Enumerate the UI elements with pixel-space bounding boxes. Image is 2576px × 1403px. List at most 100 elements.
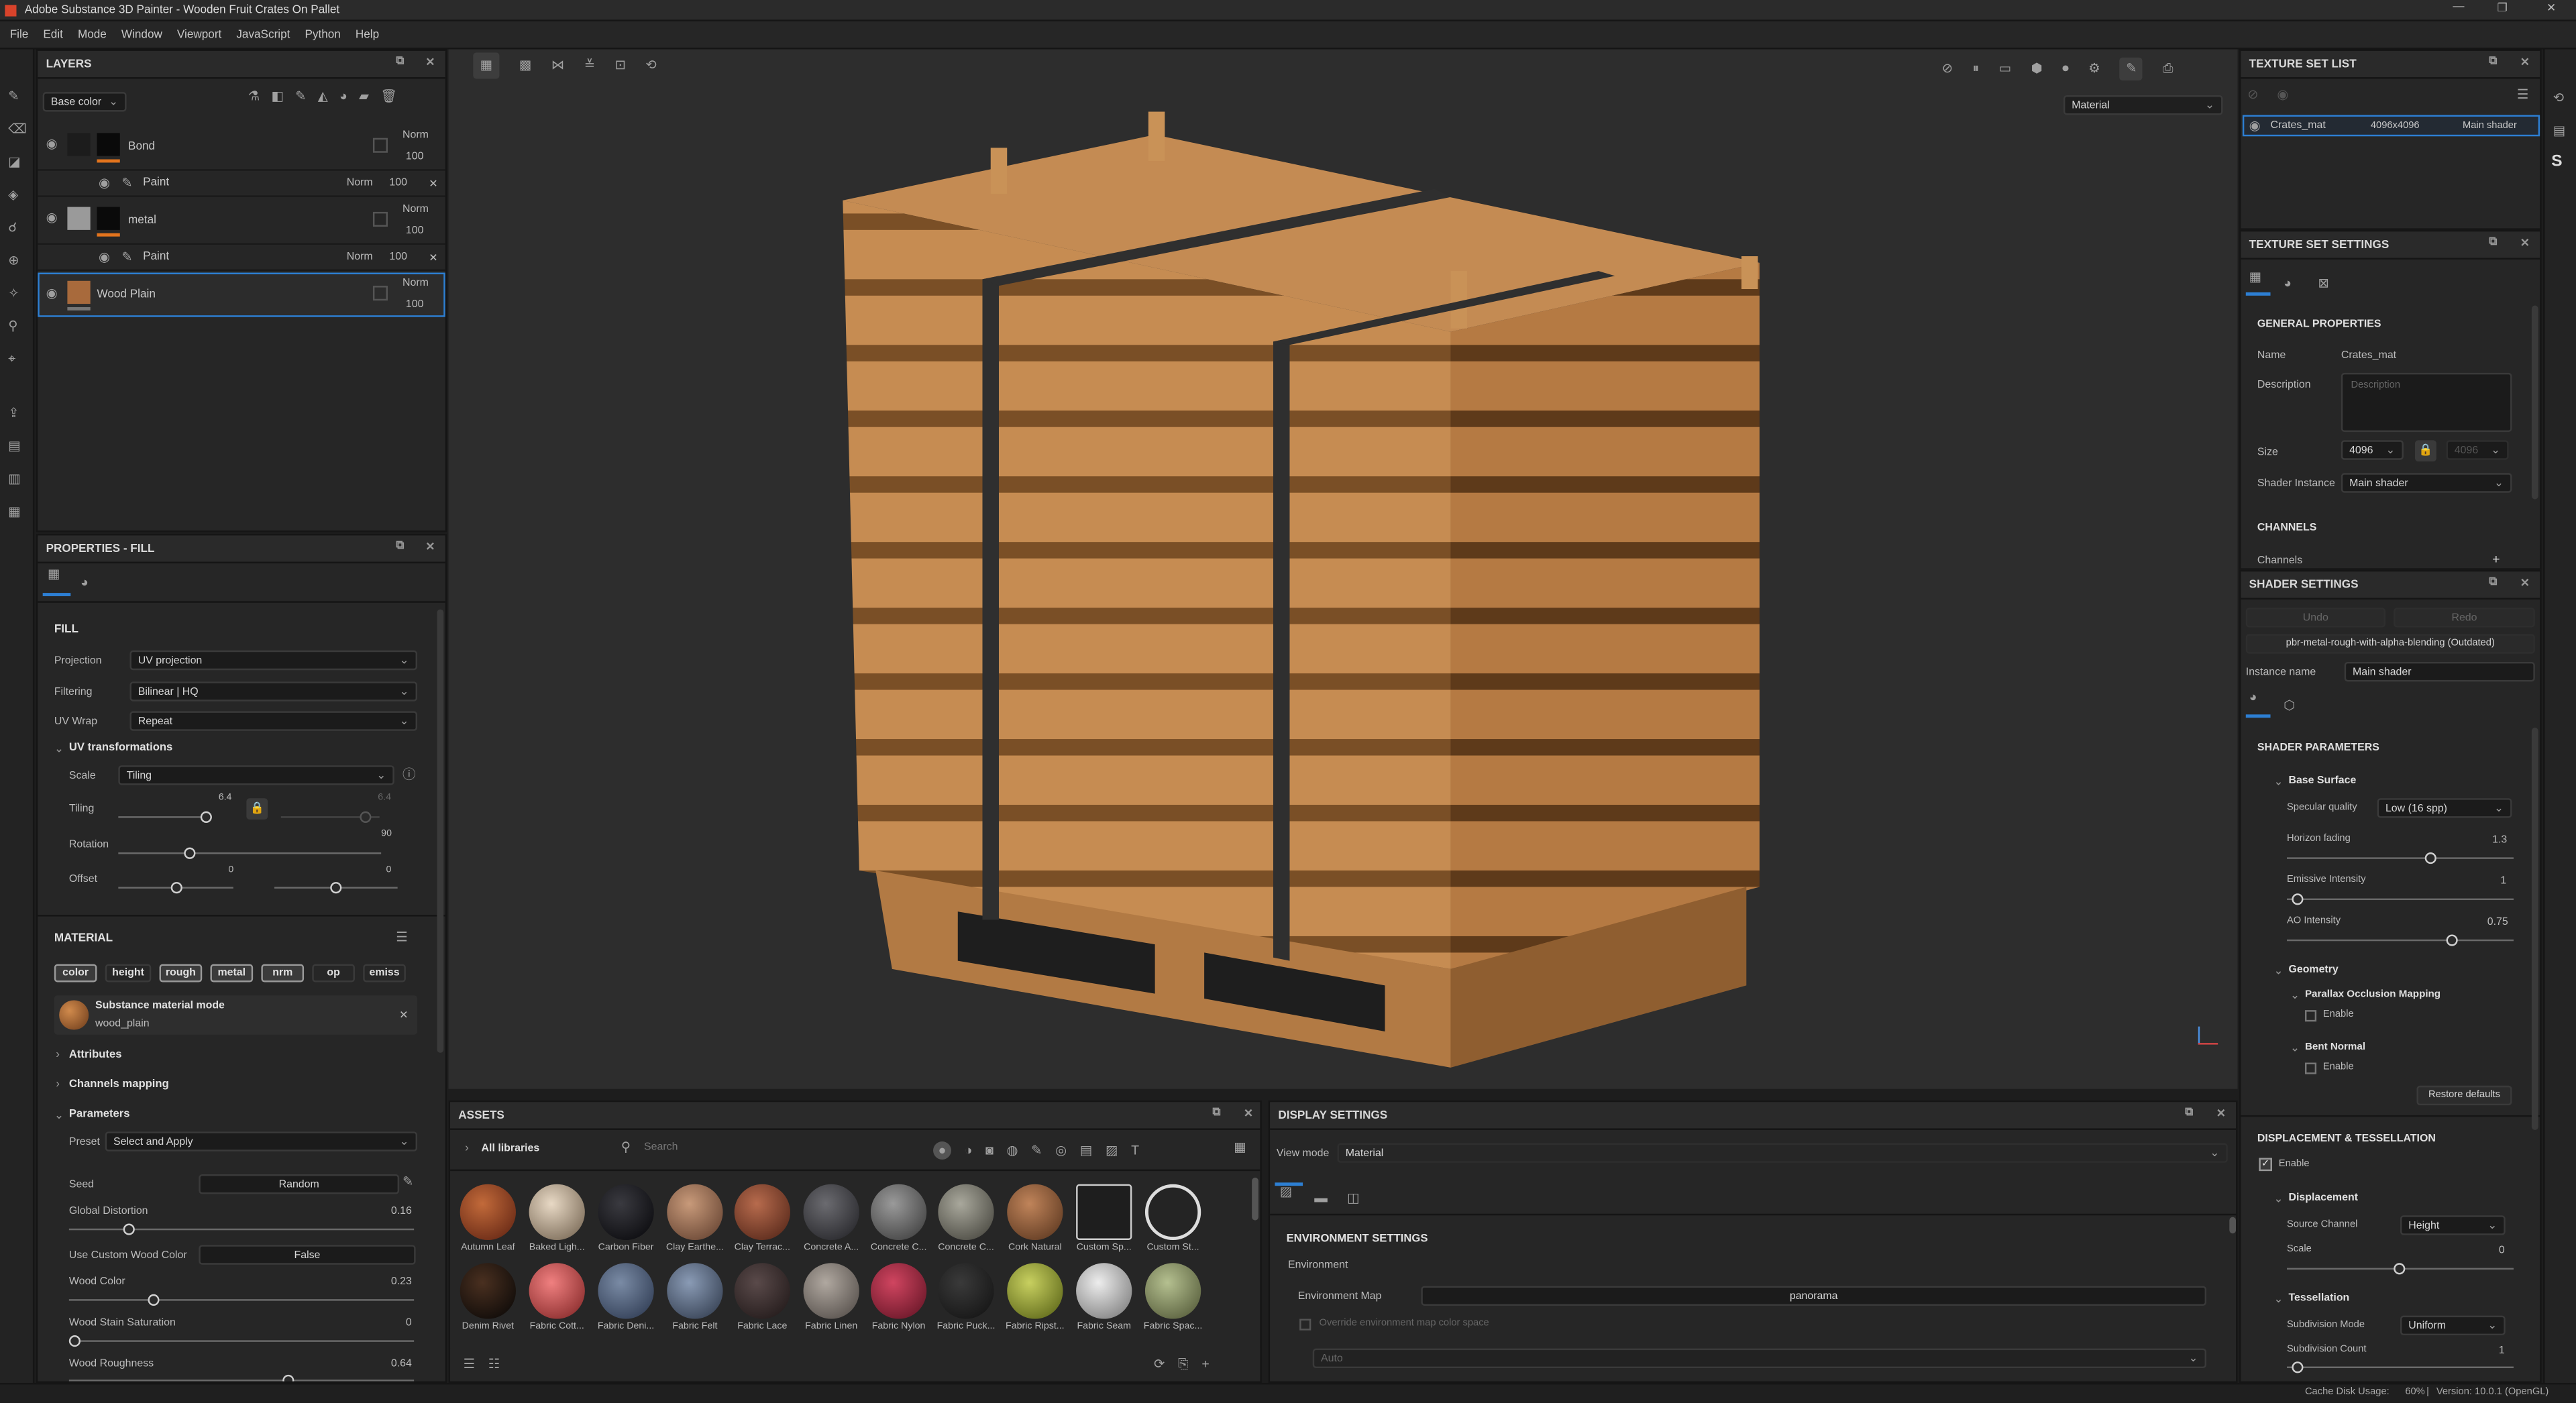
add-mask-icon[interactable]: ◧ xyxy=(272,89,284,104)
subdivision-count-value[interactable]: 1 xyxy=(2499,1345,2505,1357)
frame-icon[interactable]: ⊡ xyxy=(615,58,626,72)
screenshot-icon[interactable]: ⎙ xyxy=(2163,62,2174,76)
filtering-select[interactable]: Bilinear | HQ ⌄ xyxy=(129,681,418,702)
menu-file[interactable]: File xyxy=(10,29,29,40)
tsl-menu-icon[interactable]: ☰ xyxy=(2517,88,2529,102)
ao-intensity-value[interactable]: 0.75 xyxy=(2487,917,2508,928)
tessellation-collapse-icon[interactable]: ⌄ xyxy=(2273,1292,2283,1306)
shader-tab-mesh-icon[interactable]: ⬡ xyxy=(2284,699,2295,713)
properties-tab-material-icon[interactable]: ◕ xyxy=(80,575,89,590)
offset-y-knob[interactable] xyxy=(330,882,342,894)
panel-close-icon[interactable]: ✕ xyxy=(1244,1107,1253,1120)
menu-edit[interactable]: Edit xyxy=(43,29,63,40)
panel-float-icon[interactable]: ⧉ xyxy=(2185,1107,2193,1121)
asset-fabric-denim[interactable] xyxy=(598,1263,654,1319)
panel-close-icon[interactable]: ✕ xyxy=(425,56,435,69)
asset-concrete-c[interactable] xyxy=(870,1184,927,1240)
refresh-icon[interactable]: ⟳ xyxy=(1154,1357,1165,1371)
displacement-section[interactable]: Displacement xyxy=(2288,1192,2358,1204)
wood-color-value[interactable]: 0.23 xyxy=(391,1276,412,1288)
wood-stain-saturation-slider[interactable] xyxy=(68,1335,415,1347)
filter-generators-icon[interactable]: ◍ xyxy=(1006,1143,1018,1158)
attributes-section[interactable]: Attributes xyxy=(69,1050,122,1061)
emissive-intensity-knob[interactable] xyxy=(2292,893,2304,905)
history-panel-icon[interactable]: ⟲ xyxy=(2553,91,2564,105)
paint-brush-tool-icon[interactable]: ✎ xyxy=(8,89,19,104)
undo-button[interactable]: Undo xyxy=(2245,608,2385,628)
subdivision-mode-select[interactable]: Uniform ⌄ xyxy=(2400,1315,2506,1336)
filter-list-icon[interactable]: ☷ xyxy=(488,1357,500,1371)
filter-masks-icon[interactable]: ◙ xyxy=(985,1143,994,1158)
chip-nrm[interactable]: nrm xyxy=(261,964,305,983)
asset-fabric-felt[interactable] xyxy=(667,1263,723,1319)
wood-roughness-value[interactable]: 0.64 xyxy=(391,1358,412,1369)
add-smart-material-icon[interactable]: ◕ xyxy=(339,89,347,104)
visibility-eye-icon[interactable]: ◉ xyxy=(99,250,110,265)
offset-y-slider[interactable] xyxy=(274,882,398,894)
projection-select[interactable]: UV projection ⌄ xyxy=(129,650,418,671)
asset-custom-sp[interactable] xyxy=(1076,1184,1132,1240)
geometry-collapse-icon[interactable]: ⌄ xyxy=(2273,964,2283,977)
asset-fabric-spacer[interactable] xyxy=(1144,1263,1201,1319)
grid-view-icon[interactable]: ▩ xyxy=(519,58,532,72)
projection-tool-icon[interactable]: ◪ xyxy=(8,155,21,170)
uvwrap-select[interactable]: Repeat ⌄ xyxy=(129,711,418,731)
bent-normal-collapse-icon[interactable]: ⌄ xyxy=(2290,1042,2300,1054)
history-icon[interactable]: ▥ xyxy=(8,472,21,486)
uv-transformations-toggle-icon[interactable]: ⌄ xyxy=(54,742,64,755)
panel-float-icon[interactable]: ⧉ xyxy=(396,56,404,69)
offset-x-value[interactable]: 0 xyxy=(228,866,233,876)
viewport-mode-select[interactable]: Material ⌄ xyxy=(2063,95,2223,115)
layer-blend[interactable]: Norm xyxy=(402,278,429,289)
base-surface-collapse-icon[interactable]: ⌄ xyxy=(2273,775,2283,788)
panel-float-icon[interactable]: ⧉ xyxy=(2489,237,2497,250)
offset-y-value[interactable]: 0 xyxy=(386,866,392,876)
menu-javascript[interactable]: JavaScript xyxy=(236,29,290,40)
asset-fabric-pucker[interactable] xyxy=(938,1263,994,1319)
channel-select[interactable]: Base color ⌄ xyxy=(42,92,127,112)
asset-denim-rivet[interactable] xyxy=(460,1263,516,1319)
attributes-expand-icon[interactable]: › xyxy=(56,1050,60,1061)
chip-emiss[interactable]: emiss xyxy=(363,964,406,983)
chip-rough[interactable]: rough xyxy=(159,964,203,983)
hide-icon[interactable]: ⊘ xyxy=(1942,62,1953,76)
grid-view-icon[interactable]: ▦ xyxy=(1234,1141,1246,1155)
asset-fabric-linen[interactable] xyxy=(803,1263,859,1319)
add-fill-layer-icon[interactable]: ◭ xyxy=(318,89,328,104)
smudge-tool-icon[interactable]: ☌ xyxy=(8,221,17,235)
asset-fabric-seam[interactable] xyxy=(1076,1263,1132,1319)
asset-cork-natural[interactable] xyxy=(1007,1184,1063,1240)
log-panel-icon[interactable]: ▤ xyxy=(2553,124,2566,138)
offset-x-knob[interactable] xyxy=(170,882,182,894)
shader-file-button[interactable]: pbr-metal-rough-with-alpha-blending (Out… xyxy=(2245,634,2535,654)
panel-float-icon[interactable]: ⧉ xyxy=(396,541,404,554)
filter-textures-icon[interactable]: ▤ xyxy=(1080,1143,1093,1158)
viewmode-select[interactable]: Material ⌄ xyxy=(1337,1143,2228,1163)
tiling-slider[interactable] xyxy=(118,811,212,823)
panel-close-icon[interactable]: ✕ xyxy=(2520,56,2530,69)
align-icon[interactable]: ≚ xyxy=(584,58,595,72)
rotation-knob[interactable] xyxy=(184,847,196,859)
delete-layer-icon[interactable]: 🗑 xyxy=(380,89,397,104)
import-icon[interactable]: ⎘ xyxy=(1178,1357,1189,1371)
pom-collapse-icon[interactable]: ⌄ xyxy=(2290,989,2300,1002)
ao-intensity-knob[interactable] xyxy=(2446,934,2458,946)
filter-text-icon[interactable]: T xyxy=(1131,1143,1139,1158)
layer-opacity[interactable]: 100 xyxy=(406,151,424,162)
shader-tab-params[interactable]: ◕ xyxy=(2245,691,2271,718)
sublayer-blend[interactable]: Norm xyxy=(347,177,373,188)
camera-icon[interactable]: ⏺ xyxy=(2062,62,2069,76)
export-icon[interactable]: ⇪ xyxy=(8,406,19,420)
tiling-knob[interactable] xyxy=(200,811,212,823)
display-tab-camera-icon[interactable]: ▬ xyxy=(1314,1192,1328,1206)
symmetry-icon[interactable]: ⋈ xyxy=(551,58,565,72)
chip-metal[interactable]: metal xyxy=(210,964,254,983)
panel-close-icon[interactable]: ✕ xyxy=(2520,577,2530,590)
maximize-icon[interactable]: ❐ xyxy=(2497,1,2507,15)
tss-tab-mesh-icon[interactable]: ⊠ xyxy=(2318,277,2329,291)
tiling-lock-icon[interactable]: 🔒 xyxy=(246,798,268,820)
display-2d-icon[interactable]: ▭ xyxy=(1999,62,2012,76)
display-tab-environment[interactable]: ▨ xyxy=(1275,1182,1303,1211)
asset-clay-terracotta[interactable] xyxy=(734,1184,790,1240)
pom-enable-checkbox[interactable] xyxy=(2304,1010,2317,1022)
